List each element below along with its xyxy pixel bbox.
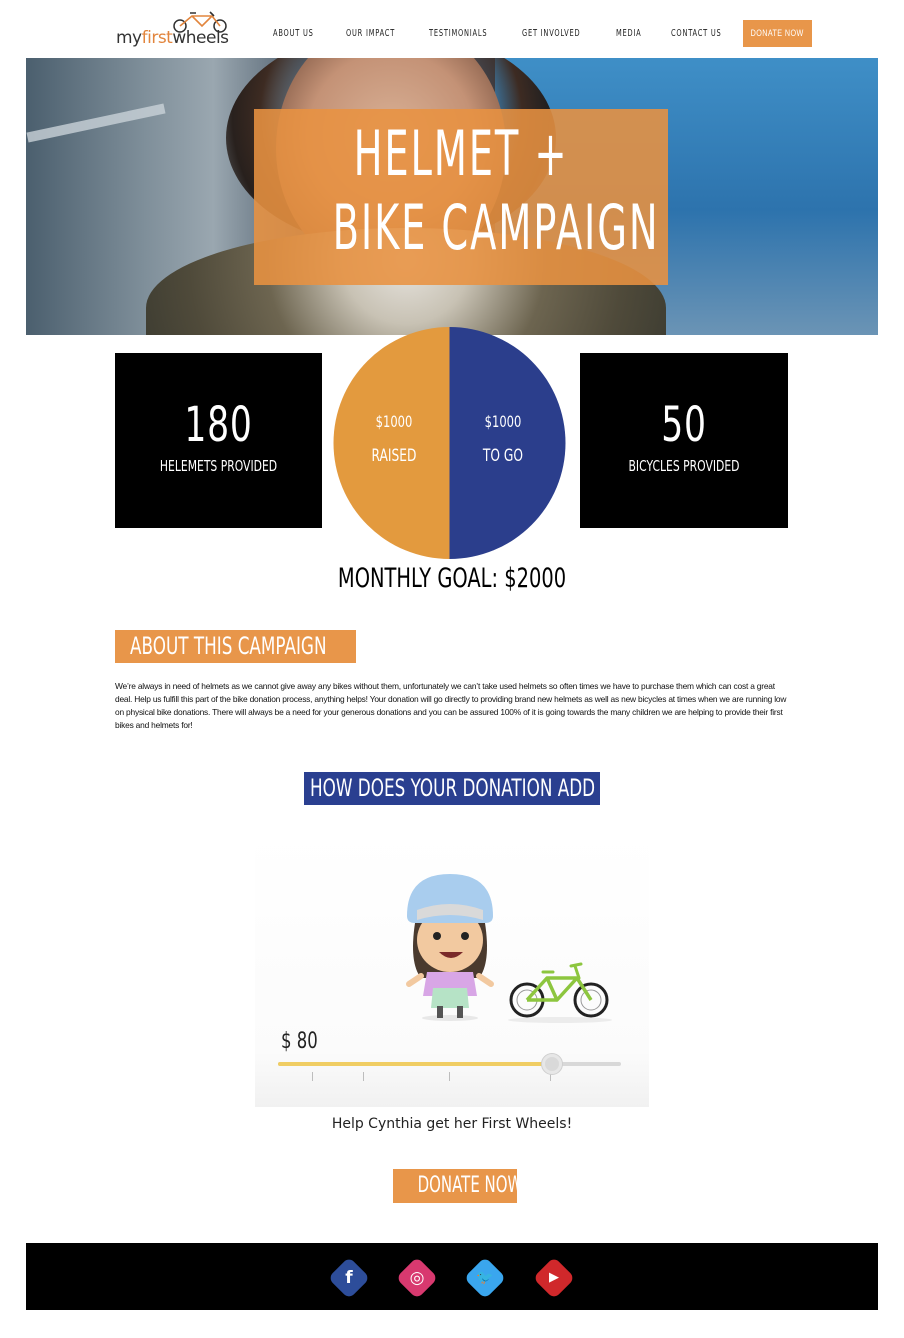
donation-slider-fill — [278, 1062, 553, 1066]
hero-banner: HELMET + BIKE CAMPAIGN — [26, 58, 878, 335]
slider-tick — [363, 1072, 364, 1081]
bicycles-stat-card: 50 Bicycles Provided — [580, 353, 788, 528]
slider-tick — [449, 1072, 450, 1081]
pie-raised-label: Raised — [371, 446, 417, 466]
twitter-link[interactable]: 🐦 — [463, 1256, 507, 1300]
hero-title-line1: HELMET + — [353, 117, 569, 190]
nav-get-involved[interactable]: Get Involved — [522, 28, 580, 39]
nav-contact-us[interactable]: Contact Us — [671, 28, 722, 39]
facebook-icon: f — [345, 1268, 353, 1288]
hero-title-box: HELMET + BIKE CAMPAIGN — [254, 109, 668, 285]
bicycle-illustration — [508, 962, 612, 1023]
instagram-link[interactable]: ◎ — [395, 1256, 439, 1300]
donation-slider-thumb[interactable] — [542, 1054, 563, 1074]
helmets-label: Helemets Provided — [159, 457, 278, 475]
site-header: myfirstwheels About Us Our Impact Testim… — [0, 0, 904, 58]
instagram-icon: ◎ — [409, 1268, 425, 1288]
nav-donate-button[interactable]: Donate Now — [743, 20, 812, 47]
youtube-link[interactable]: ▶ — [532, 1256, 576, 1300]
nav-about-us[interactable]: About Us — [273, 28, 314, 39]
pie-slice-to-go — [449, 327, 566, 559]
nav-our-impact[interactable]: Our Impact — [346, 28, 395, 39]
donate-now-button[interactable]: Donate Now — [393, 1169, 517, 1203]
donation-slider-track[interactable] — [278, 1062, 621, 1066]
nav-testimonials[interactable]: Testimonials — [429, 28, 487, 39]
hero-title-line2: BIKE CAMPAIGN — [332, 191, 660, 264]
pie-togo-value: $1000 — [484, 412, 522, 431]
calculator-caption: Help Cynthia get her First Wheels! — [331, 1116, 573, 1132]
campaign-progress-pie — [333, 327, 566, 559]
helmets-count: 180 — [184, 397, 253, 453]
donation-calculator: $ 80 — [255, 832, 649, 1107]
bicycles-label: Bicycles Provided — [628, 457, 740, 475]
facebook-link[interactable]: f — [327, 1256, 371, 1300]
about-campaign-text: We’re always in need of helmets as we ca… — [115, 681, 787, 730]
youtube-icon: ▶ — [549, 1270, 559, 1285]
site-footer — [26, 1243, 878, 1310]
donation-amount: $ 80 — [281, 1029, 318, 1054]
pie-togo-label: To Go — [482, 446, 524, 466]
pie-slice-raised — [333, 327, 450, 559]
monthly-goal: Monthly Goal: $2000 — [337, 563, 567, 594]
pie-raised-value: $1000 — [375, 412, 413, 431]
slider-tick — [312, 1072, 313, 1081]
about-campaign-heading: About this campaign — [115, 630, 356, 663]
hero-photo-rail — [26, 103, 166, 143]
donation-calculator-heading: How does your donation add up? — [304, 772, 600, 805]
child-with-helmet-illustration — [406, 874, 494, 1021]
helmets-stat-card: 180 Helemets Provided — [115, 353, 322, 528]
bicycles-count: 50 — [661, 397, 707, 453]
nav-media[interactable]: Media — [616, 28, 642, 39]
twitter-icon: 🐦 — [476, 1270, 494, 1286]
